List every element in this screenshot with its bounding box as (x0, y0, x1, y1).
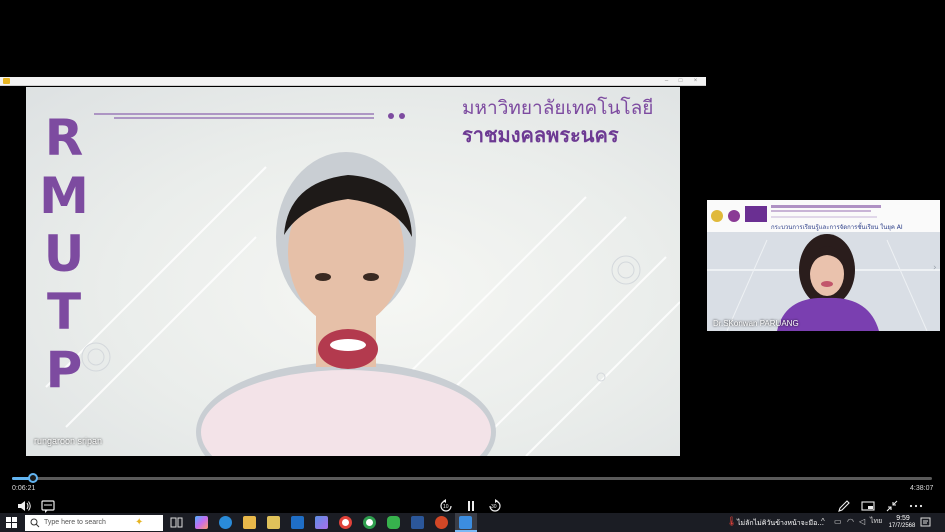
shared-slide-header: กระบวนการเรียนรู้และการจัดการชั้นเรียน ใ… (707, 200, 940, 232)
miniplayer-icon[interactable] (860, 498, 876, 514)
edge-browser-icon[interactable] (219, 516, 232, 529)
participant-name-label: Dr.SKonwan PARUANG (713, 319, 799, 328)
svg-text:›: › (933, 263, 937, 273)
wifi-icon[interactable]: ◠ (847, 517, 854, 527)
copilot-icon[interactable] (195, 516, 208, 529)
volume-icon[interactable] (16, 498, 32, 514)
current-time: 0:06:21 (12, 485, 36, 492)
outlook-icon[interactable] (291, 516, 304, 529)
window-titlebar[interactable]: – □ × (0, 77, 706, 86)
search-highlight-icon: ✦ (135, 517, 144, 528)
slide-title: กระบวนการเรียนรู้และการจัดการชั้นเรียน ใ… (771, 224, 903, 231)
windows-start-icon[interactable] (6, 517, 17, 528)
subtitles-icon[interactable] (40, 498, 56, 514)
skip-forward-seconds: 30 (491, 504, 497, 510)
university-name-line2: ราชมงคลพระนคร (462, 123, 619, 147)
app-icon (3, 78, 10, 84)
participant-name-label: rungaroon sripan (34, 436, 103, 446)
video-player-app: – □ × R M U T P มหาวิทยาลัยเทคโนโลยี ราช… (0, 0, 945, 532)
more-options-icon[interactable] (908, 498, 924, 514)
side-participant-video[interactable]: › กระบวนการเรียนรู้และการจัดการชั้นเรียน… (707, 200, 940, 331)
logo-letter: U (43, 225, 85, 283)
taskbar-search-box[interactable]: Type here to search ✦ (25, 515, 163, 531)
search-placeholder: Type here to search (44, 519, 106, 526)
close-icon[interactable]: × (691, 78, 700, 84)
chrome-browser-icon[interactable] (339, 516, 352, 529)
main-speaker-video[interactable]: R M U T P มหาวิทยาลัยเทคโนโลยี ราชมงคลพร… (26, 87, 680, 456)
total-duration: 4:38:07 (910, 485, 934, 492)
pause-icon[interactable] (463, 498, 479, 514)
search-icon (30, 518, 40, 528)
logo-letter: R (44, 109, 84, 167)
network-icon[interactable]: ▭ (834, 517, 842, 527)
rmutp-logo: R M U T P (34, 109, 94, 399)
logo-letter: P (45, 341, 83, 399)
line-app-icon[interactable] (387, 516, 400, 529)
taskbar-notification-text[interactable]: ไม่ลักไม่คิวันข้างหน้าจะมีอ... (737, 518, 824, 529)
skip-back-seconds: 10 (443, 504, 449, 510)
show-hidden-icons-chevron-icon[interactable]: ^ (821, 517, 825, 527)
logo-letter: M (39, 167, 89, 225)
logo-letter: T (46, 283, 82, 341)
input-language-indicator[interactable]: ไทย (870, 517, 882, 527)
notification-thermometer-icon[interactable]: 🌡 (726, 516, 737, 527)
powerpoint-icon[interactable] (435, 516, 448, 529)
task-view-icon[interactable] (170, 516, 183, 529)
minimize-icon[interactable]: – (662, 78, 671, 84)
maximize-icon[interactable]: □ (676, 78, 685, 84)
seek-handle[interactable] (28, 473, 39, 483)
media-player-app-icon[interactable] (459, 516, 472, 529)
folder-icon[interactable] (267, 516, 280, 529)
clock-date[interactable]: 17/7/2568 (884, 523, 920, 529)
speaker-tray-icon[interactable]: ◁ (859, 517, 865, 527)
collapse-fullscreen-icon[interactable] (884, 498, 900, 514)
copilot-app-icon[interactable] (315, 516, 328, 529)
clock-time[interactable]: 9:59 (892, 515, 914, 522)
file-explorer-icon[interactable] (243, 516, 256, 529)
notification-center-icon[interactable] (920, 517, 931, 528)
edit-pen-icon[interactable] (836, 498, 852, 514)
header-decoration-lines (94, 113, 405, 119)
windows-taskbar: Type here to search ✦ 🌡 ไม่ลักไม่คิวันข้… (0, 513, 945, 532)
word-icon[interactable] (411, 516, 424, 529)
seek-bar[interactable] (12, 473, 932, 483)
chrome-profile-icon[interactable] (363, 516, 376, 529)
